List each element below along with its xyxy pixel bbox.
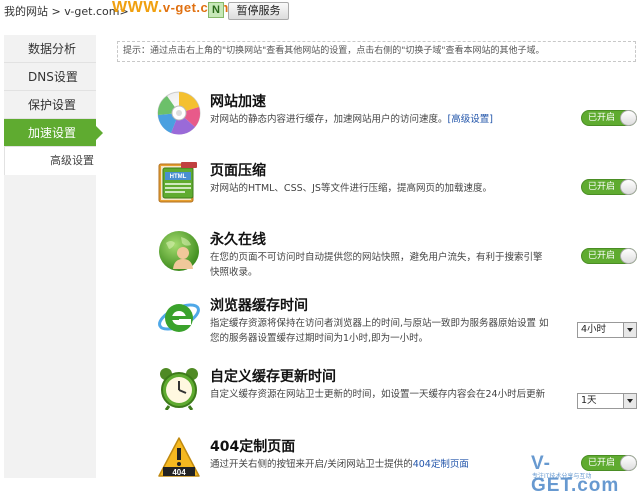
custom-404-link[interactable]: 404定制页面: [413, 459, 469, 470]
feature-desc-text: 对网站的静态内容进行缓存，加速网站用户的访问速度。: [210, 114, 448, 125]
browser-cache-time-select[interactable]: 4小时: [577, 322, 637, 338]
sidebar-item-label: 数据分析: [28, 42, 77, 56]
toggle-label: 已开启: [588, 182, 616, 192]
acceleration-toggle[interactable]: 已开启: [581, 110, 637, 126]
feature-custom-cache-update: 自定义缓存更新时间 自定义缓存资源在网站卫士更新的时间，如设置一天缓存内容会在2…: [157, 366, 639, 426]
feature-description: 通过开关右侧的按钮来开启/关闭网站卫士提供的404定制页面: [210, 457, 550, 472]
toggle-knob: [620, 179, 637, 195]
sidebar-item-analytics[interactable]: 数据分析: [4, 35, 96, 63]
advanced-settings-link[interactable]: [高级设置]: [448, 114, 493, 125]
feature-browser-cache: 浏览器缓存时间 指定缓存资源将保持在访问者浏览器上的时间,与原站一致即为服务器原…: [157, 295, 639, 355]
select-value: 1天: [581, 395, 597, 406]
always-online-toggle[interactable]: 已开启: [581, 248, 637, 264]
tip-banner: 提示：通过点击右上角的"切换网站"查看其他网站的设置，点击右侧的"切换子域"查看…: [117, 41, 636, 62]
status-badge: N: [208, 2, 224, 18]
sidebar-item-label: 加速设置: [28, 126, 77, 140]
feature-desc-text: 通过开关右侧的按钮来开启/关闭网站卫士提供的: [210, 459, 413, 470]
feature-title: 网站加速: [210, 94, 266, 110]
feature-title: 浏览器缓存时间: [210, 298, 308, 314]
toggle-label: 已开启: [588, 251, 616, 261]
toggle-knob: [620, 110, 637, 126]
feature-title: 自定义缓存更新时间: [210, 369, 336, 385]
sidebar-subitem-advanced[interactable]: 高级设置: [4, 147, 96, 175]
cache-update-time-select[interactable]: 1天: [577, 393, 637, 409]
svg-text:HTML: HTML: [170, 174, 187, 180]
alarm-clock-icon: [160, 368, 198, 410]
breadcrumb: 我的网站 > v-get.com>: [4, 3, 129, 19]
sidebar-item-label: DNS设置: [28, 70, 78, 84]
sidebar-item-dns[interactable]: DNS设置: [4, 63, 96, 91]
pause-service-button[interactable]: 暂停服务: [228, 2, 289, 20]
feature-title: 页面压缩: [210, 163, 266, 179]
select-value: 4小时: [581, 324, 607, 335]
404-warning-icon: 404: [158, 437, 200, 477]
feature-description: 自定义缓存资源在网站卫士更新的时间，如设置一天缓存内容会在24小时后更新: [210, 389, 546, 400]
globe-user-icon: [159, 231, 199, 271]
feature-compression: HTML 页面压缩 对网站的HTML、CSS、JS等文件进行压缩，提高网页的加载…: [157, 160, 639, 220]
chevron-down-icon: [623, 394, 636, 408]
feature-description: 对网站的静态内容进行缓存，加速网站用户的访问速度。[高级设置]: [210, 112, 550, 127]
top-bar: 我的网站 > v-get.com> WWW.v-get.com N 暂停服务: [0, 0, 639, 22]
toggle-label: 已开启: [588, 113, 616, 123]
breadcrumb-home[interactable]: 我的网站: [4, 5, 48, 18]
feature-always-online: 永久在线 在您的页面不可访问时自动提供您的网站快照，避免用户流失，有利于搜索引擎…: [157, 229, 639, 289]
watermark-logo: V-GET.com 专注IT技术分享与互动: [531, 453, 639, 497]
chevron-down-icon: [623, 323, 636, 337]
watermark-subtitle: 专注IT技术分享与互动: [532, 474, 592, 480]
cd-disc-icon: [157, 91, 201, 135]
feature-title: 永久在线: [210, 232, 266, 248]
feature-description: 在您的页面不可访问时自动提供您的网站快照，避免用户流失，有利于搜索引擎快照收录。: [210, 252, 543, 278]
sidebar: 数据分析 DNS设置 保护设置 加速设置 高级设置: [4, 35, 103, 478]
breadcrumb-separator: >: [51, 5, 61, 18]
logo-www: WWW.: [112, 0, 163, 16]
sidebar-item-acceleration[interactable]: 加速设置: [4, 119, 103, 147]
compression-toggle[interactable]: 已开启: [581, 179, 637, 195]
sidebar-item-protection[interactable]: 保护设置: [4, 91, 96, 119]
ie-browser-icon: [158, 303, 200, 332]
html-compress-icon: HTML: [158, 162, 197, 203]
sidebar-item-label: 保护设置: [28, 98, 77, 112]
feature-description: 指定缓存资源将保持在访问者浏览器上的时间,与原站一致即为服务器原始设置 如您的服…: [210, 318, 549, 344]
feature-description: 对网站的HTML、CSS、JS等文件进行压缩，提高网页的加载速度。: [210, 183, 492, 194]
feature-title: 404定制页面: [210, 439, 296, 455]
feature-acceleration: 网站加速 对网站的静态内容进行缓存，加速网站用户的访问速度。[高级设置] 已开启: [157, 91, 639, 151]
toggle-knob: [620, 248, 637, 264]
svg-text:404: 404: [172, 468, 186, 477]
